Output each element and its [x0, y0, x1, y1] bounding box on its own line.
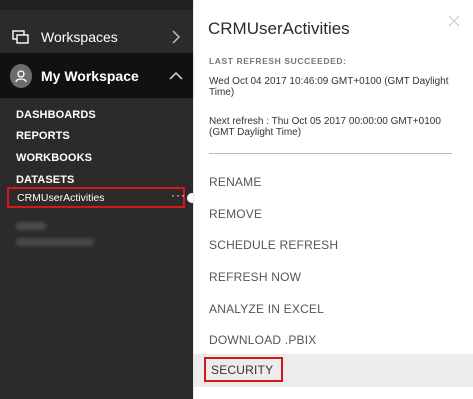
section-workbooks[interactable]: WORKBOOKS: [16, 152, 92, 164]
menu-item-download-pbix[interactable]: DOWNLOAD .PBIX: [209, 333, 316, 347]
left-navigation: Workspaces My Workspace DASHBOARDS REPOR…: [0, 0, 197, 399]
dataset-item-crmuseractivities[interactable]: CRMUserActivities: [7, 187, 185, 208]
my-workspace-nav-item[interactable]: My Workspace: [0, 53, 193, 98]
chevron-up-icon: [169, 71, 183, 80]
menu-item-analyze-in-excel[interactable]: ANALYZE IN EXCEL: [209, 302, 324, 316]
security-label: SECURITY: [211, 363, 274, 377]
menu-item-schedule-refresh[interactable]: SCHEDULE REFRESH: [209, 238, 338, 252]
chevron-right-icon: [172, 30, 181, 44]
dataset-item-label: CRMUserActivities: [17, 192, 105, 204]
refresh-status-heading: LAST REFRESH SUCCEEDED:: [209, 56, 347, 66]
workspaces-icon: [10, 26, 32, 48]
menu-item-rename[interactable]: RENAME: [209, 175, 262, 189]
close-icon[interactable]: [447, 14, 461, 28]
last-refresh-time: Wed Oct 04 2017 10:46:09 GMT+0100 (GMT D…: [209, 76, 449, 98]
blurred-dataset-item[interactable]: [16, 238, 94, 246]
menu-item-remove[interactable]: REMOVE: [209, 207, 262, 221]
menu-item-security[interactable]: SECURITY: [204, 357, 283, 382]
section-datasets[interactable]: DATASETS: [16, 174, 74, 186]
my-workspace-label: My Workspace: [41, 67, 139, 84]
section-reports[interactable]: REPORTS: [16, 130, 70, 142]
workspaces-label: Workspaces: [41, 29, 118, 45]
divider: [209, 153, 452, 154]
blurred-dataset-item[interactable]: [16, 222, 46, 230]
more-options-icon[interactable]: ···: [171, 188, 186, 202]
menu-item-refresh-now[interactable]: REFRESH NOW: [209, 270, 301, 284]
user-avatar-icon: [10, 63, 32, 88]
section-dashboards[interactable]: DASHBOARDS: [16, 109, 96, 121]
dataset-context-flyout: CRMUserActivities LAST REFRESH SUCCEEDED…: [193, 0, 473, 399]
nav-top-strip: [0, 0, 193, 10]
next-refresh-time: Next refresh : Thu Oct 05 2017 00:00:00 …: [209, 116, 441, 138]
flyout-title: CRMUserActivities: [208, 19, 350, 38]
